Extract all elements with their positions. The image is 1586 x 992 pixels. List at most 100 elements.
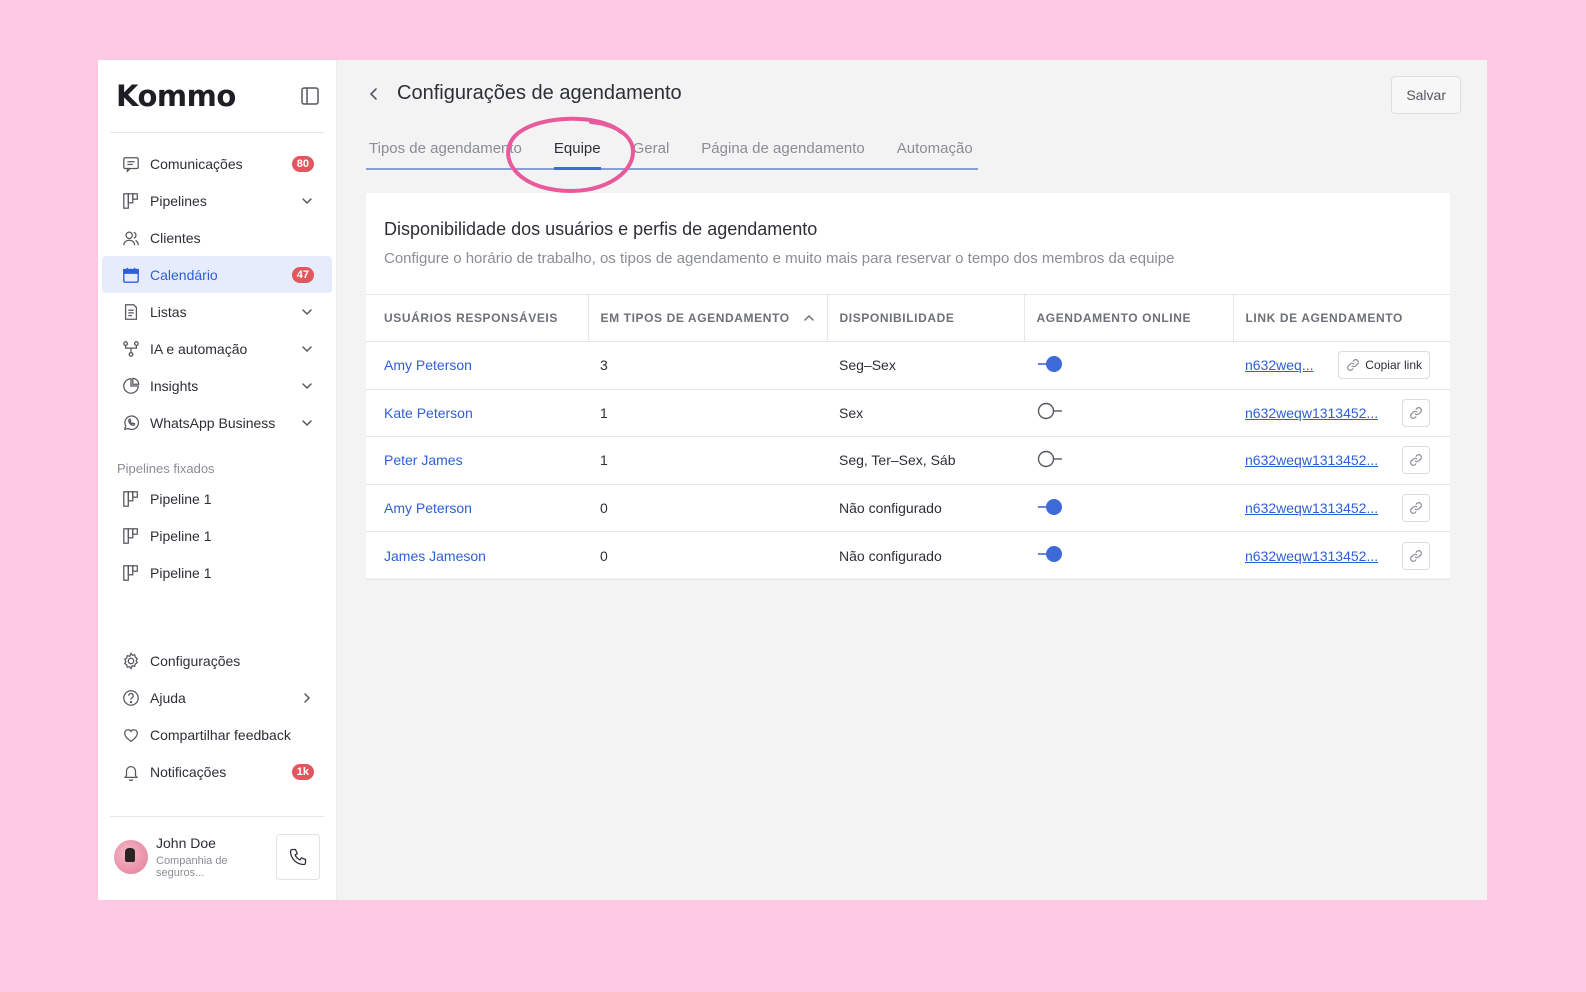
copy-link-button[interactable] <box>1402 541 1430 570</box>
page-title: Configurações de agendamento <box>397 82 682 104</box>
booking-types-count: 1 <box>600 404 608 421</box>
availability-text: Sex <box>839 404 864 421</box>
table-row: Kate Peterson 1 Sex n632weqw1313452... <box>366 389 1450 438</box>
app-window: Kommo Comunicações 80 Pipelines Clientes Cal… <box>98 60 1487 900</box>
availability-text: Seg–Sex <box>839 357 896 374</box>
sidebar-item-compartilhar-feedback[interactable]: Compartilhar feedback <box>102 716 332 753</box>
kommo-logo: Kommo <box>116 79 236 113</box>
sort-ascending-icon[interactable] <box>803 313 815 323</box>
team-table: USUÁRIOS RESPONSÁVEIS EM TIPOS DE AGENDA… <box>366 294 1450 580</box>
copy-link-button[interactable] <box>1402 494 1430 523</box>
column-header-types[interactable]: EM TIPOS DE AGENDAMENTO <box>587 294 827 342</box>
chevron-down-icon[interactable] <box>300 379 314 393</box>
save-button[interactable]: Salvar <box>1391 76 1461 114</box>
booking-link[interactable]: n632weqw1313452... <box>1245 548 1378 564</box>
pie-chart-icon <box>120 375 142 397</box>
sidebar-item-calendario[interactable]: Calendário 47 <box>102 256 332 293</box>
pipeline-icon <box>120 190 142 212</box>
column-header-online[interactable]: AGENDAMENTO ONLINE <box>1023 294 1233 342</box>
sidebar-item-listas[interactable]: Listas <box>102 293 332 330</box>
column-header-availability[interactable]: DISPONIBILIDADE <box>826 294 1024 342</box>
sidebar-item-comunicacoes[interactable]: Comunicações 80 <box>102 145 332 182</box>
copy-link-label: Copiar link <box>1365 358 1422 373</box>
sidebar-item-label: Pipeline 1 <box>150 527 212 544</box>
chat-icon <box>120 153 142 175</box>
column-header-link[interactable]: LINK DE AGENDAMENTO <box>1232 294 1450 342</box>
chevron-right-icon[interactable] <box>300 691 314 705</box>
tab-tipos-de-agendamento[interactable]: Tipos de agendamento <box>369 134 522 168</box>
sidebar-item-label: WhatsApp Business <box>150 414 276 431</box>
copy-link-button[interactable] <box>1402 398 1430 427</box>
user-name: John Doe <box>156 835 216 851</box>
sidebar-item-clientes[interactable]: Clientes <box>102 219 332 256</box>
sidebar-item-insights[interactable]: Insights <box>102 367 332 404</box>
sidebar-item-notificacoes[interactable]: Notificações 1k <box>102 753 332 790</box>
copy-link-button[interactable] <box>1402 446 1430 475</box>
sidebar-collapse-icon[interactable] <box>300 86 320 106</box>
link-icon <box>1409 406 1423 420</box>
back-arrow-icon[interactable] <box>363 83 385 105</box>
user-link[interactable]: Amy Peterson <box>384 500 472 516</box>
booking-link[interactable]: n632weqw1313452... <box>1245 452 1378 468</box>
tab-equipe[interactable]: Equipe <box>553 134 601 170</box>
list-icon <box>120 301 142 323</box>
sidebar-item-label: Pipelines <box>150 192 207 209</box>
sidebar-item-ajuda[interactable]: Ajuda <box>102 679 332 716</box>
user-panel: John Doe Companhia de seguros... <box>98 816 336 900</box>
pinned-pipelines-nav: Pipeline 1 Pipeline 1 Pipeline 1 <box>98 480 336 591</box>
sidebar-item-label: IA e automação <box>150 340 248 357</box>
link-icon <box>1409 453 1423 467</box>
main-nav: Comunicações 80 Pipelines Clientes Calendári… <box>98 133 336 441</box>
user-link[interactable]: Kate Peterson <box>384 405 473 421</box>
bottom-nav: Configurações Ajuda Compartilhar feedback N… <box>98 642 336 790</box>
online-booking-toggle[interactable] <box>1036 401 1064 421</box>
count-badge: 47 <box>291 266 314 283</box>
chevron-down-icon[interactable] <box>300 194 314 208</box>
booking-link[interactable]: n632weqw1313452... <box>1245 500 1378 516</box>
team-availability-card: Disponibilidade dos usuários e perfis de… <box>366 193 1450 580</box>
booking-link[interactable]: n632weqw1313452... <box>1245 405 1378 421</box>
booking-types-count: 1 <box>600 452 608 469</box>
gear-icon <box>120 650 142 672</box>
online-booking-toggle[interactable] <box>1036 354 1064 374</box>
pinned-pipelines-title: Pipelines fixados <box>117 461 215 476</box>
sidebar-item-ia-e-automacao[interactable]: IA e automação <box>102 330 332 367</box>
online-booking-toggle[interactable] <box>1036 449 1064 469</box>
page-header: Configurações de agendamento <box>363 82 682 105</box>
sidebar-item-pipelines[interactable]: Pipelines <box>102 182 332 219</box>
tab-pagina-de-agendamento[interactable]: Página de agendamento <box>701 134 864 168</box>
phone-button[interactable] <box>276 834 320 880</box>
table-row: Amy Peterson 0 Não configurado n632weqw1313… <box>366 484 1450 533</box>
online-booking-toggle[interactable] <box>1036 497 1064 517</box>
count-badge: 80 <box>291 155 314 172</box>
bell-icon <box>120 761 142 783</box>
sidebar-item-label: Pipeline 1 <box>150 564 212 581</box>
copy-link-button[interactable]: Copiar link <box>1338 351 1430 380</box>
online-booking-toggle[interactable] <box>1036 544 1064 564</box>
user-link[interactable]: Amy Peterson <box>384 357 472 373</box>
chevron-down-icon[interactable] <box>300 342 314 356</box>
availability-text: Seg, Ter–Sex, Sáb <box>839 452 956 469</box>
avatar[interactable] <box>114 840 148 874</box>
sidebar-item-label: Listas <box>150 303 187 320</box>
user-link[interactable]: Peter James <box>384 452 463 468</box>
chevron-down-icon[interactable] <box>300 416 314 430</box>
column-header-users[interactable]: USUÁRIOS RESPONSÁVEIS <box>366 294 588 342</box>
chevron-down-icon[interactable] <box>300 305 314 319</box>
tab-geral[interactable]: Geral <box>633 134 670 168</box>
pinned-pipeline-item[interactable]: Pipeline 1 <box>102 517 332 554</box>
automation-icon <box>120 338 142 360</box>
sidebar-item-label: Comunicações <box>150 155 243 172</box>
booking-link[interactable]: n632weq... <box>1245 357 1314 373</box>
column-header-types-label: EM TIPOS DE AGENDAMENTO <box>600 311 790 325</box>
sidebar-item-label: Notificações <box>150 763 227 780</box>
user-link[interactable]: James Jameson <box>384 548 486 564</box>
pinned-pipeline-item[interactable]: Pipeline 1 <box>102 554 332 591</box>
sidebar-item-whatsapp-business[interactable]: WhatsApp Business <box>102 404 332 441</box>
tab-automacao[interactable]: Automação <box>897 134 973 168</box>
sidebar-item-label: Configurações <box>150 652 241 669</box>
sidebar-item-configuracoes[interactable]: Configurações <box>102 642 332 679</box>
help-icon <box>120 687 142 709</box>
pinned-pipeline-item[interactable]: Pipeline 1 <box>102 480 332 517</box>
user-company: Companhia de seguros... <box>156 855 228 879</box>
